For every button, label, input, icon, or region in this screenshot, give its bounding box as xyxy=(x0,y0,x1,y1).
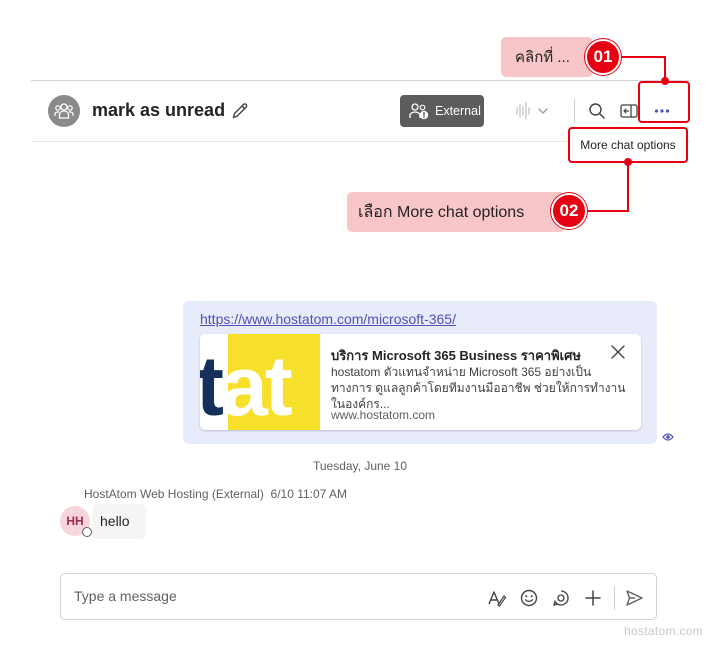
people-icon xyxy=(54,103,74,119)
external-people-icon xyxy=(409,103,429,120)
presence-status-icon xyxy=(82,527,92,537)
external-badge-label: External xyxy=(435,104,481,118)
link-preview-description: hostatom ตัวแทนจำหน่าย Microsoft 365 อย่… xyxy=(331,365,626,411)
message-input[interactable] xyxy=(74,584,474,608)
step1-text: คลิกที่ ... xyxy=(515,49,570,66)
edit-pencil-icon[interactable] xyxy=(230,101,250,121)
step1-callout: คลิกที่ ... xyxy=(501,37,593,77)
date-separator: Tuesday, June 10 xyxy=(312,459,408,473)
message-time: 6/10 11:07 AM xyxy=(270,487,348,501)
format-text-icon[interactable] xyxy=(487,588,507,608)
group-chat-avatar[interactable] xyxy=(48,95,80,127)
link-preview-title: บริการ Microsoft 365 Business ราคาพิเศษ xyxy=(331,348,581,363)
search-icon[interactable] xyxy=(588,102,606,120)
message-link[interactable]: https://www.hostatom.com/microsoft-365/ xyxy=(200,311,456,327)
emoji-icon[interactable] xyxy=(519,588,539,608)
step2-number: 02 xyxy=(551,193,587,229)
step2-callout: เลือก More chat options xyxy=(347,192,565,232)
header-divider xyxy=(574,99,575,123)
side-panel-icon[interactable] xyxy=(619,101,639,121)
link-preview-card[interactable]: tat บริการ Microsoft 365 Business ราคาพิ… xyxy=(200,334,641,430)
call-waveform-icon[interactable] xyxy=(512,100,552,122)
thumbnail-logo-text: tat xyxy=(200,339,293,430)
message-meta: HostAtom Web Hosting (External) 6/10 11:… xyxy=(84,487,347,501)
add-icon[interactable] xyxy=(583,588,603,608)
watermark: hostatom.com xyxy=(624,624,703,638)
loop-compose-icon[interactable] xyxy=(551,588,571,608)
more-button-highlight xyxy=(638,81,690,123)
step2-connector-h xyxy=(587,210,629,212)
compose-box[interactable] xyxy=(60,573,657,620)
link-preview-thumbnail: tat xyxy=(200,334,320,430)
sender-name: HostAtom Web Hosting (External) xyxy=(84,487,264,501)
seen-eye-icon xyxy=(662,433,674,441)
link-preview-domain: www.hostatom.com xyxy=(331,408,436,422)
step1-connector-h xyxy=(621,56,665,58)
step2-connector-v xyxy=(627,162,629,212)
compose-divider xyxy=(614,586,615,610)
step2-text: เลือก More chat options xyxy=(358,203,525,221)
step1-number: 01 xyxy=(585,39,621,75)
close-icon[interactable] xyxy=(610,344,626,360)
external-badge[interactable]: External xyxy=(400,95,484,127)
header-top-border xyxy=(31,80,690,81)
received-message-bubble[interactable]: hello xyxy=(92,504,146,539)
chat-title: mark as unread xyxy=(92,100,226,120)
send-icon[interactable] xyxy=(624,588,644,608)
